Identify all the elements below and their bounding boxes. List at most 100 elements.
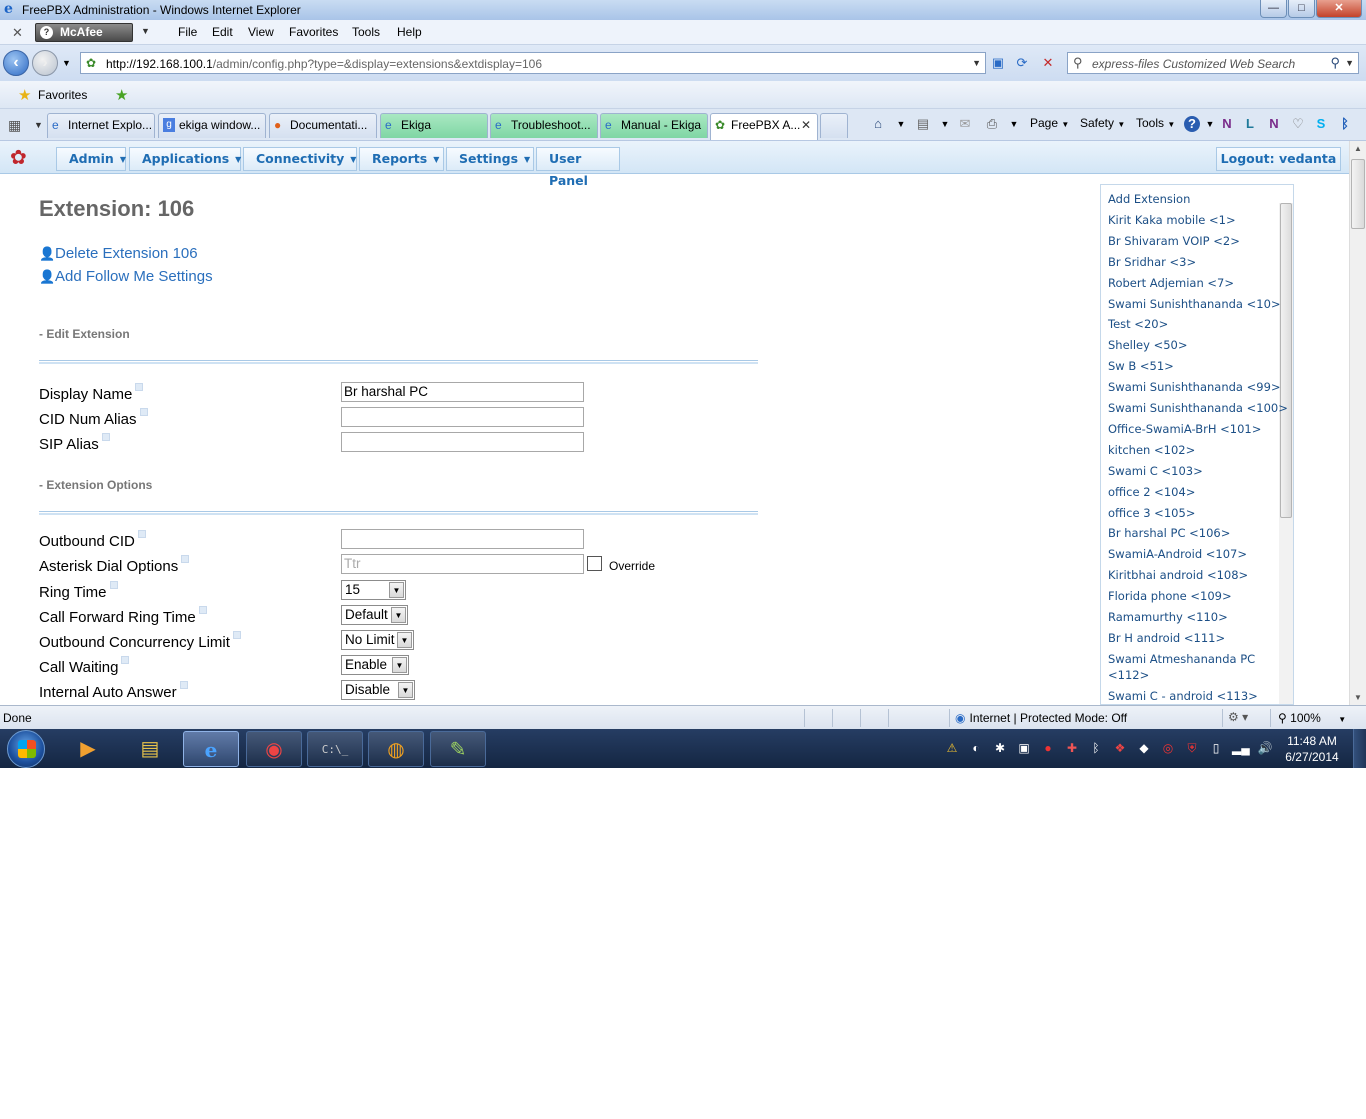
usb-icon[interactable]: ▣	[1016, 741, 1032, 755]
help-icon[interactable]	[198, 606, 207, 614]
scrollbar-thumb[interactable]	[1351, 159, 1365, 229]
minimize-button[interactable]: —	[1260, 0, 1287, 18]
extension-list-item[interactable]: Swami Atmeshananda PC	[1108, 652, 1255, 666]
new-tab-button[interactable]	[820, 113, 848, 138]
help-icon[interactable]	[121, 656, 130, 664]
cmd-taskbar-icon[interactable]: C:\_	[307, 731, 363, 767]
refresh-icon[interactable]: ⟳	[1012, 54, 1032, 72]
extension-list-item[interactable]: Robert Adjemian <7>	[1108, 276, 1234, 290]
tab-freepbx[interactable]: ✿ FreePBX A... ✕	[710, 113, 818, 140]
tools-menu[interactable]: Tools ▼	[1136, 116, 1175, 130]
mcafee-tray-icon[interactable]: ●	[1040, 741, 1056, 755]
tab-manual-ekiga[interactable]: e Manual - Ekiga	[600, 113, 708, 138]
extension-list-item[interactable]: Ramamurthy <110>	[1108, 610, 1228, 624]
help-icon[interactable]	[139, 408, 148, 416]
protected-mode-icon[interactable]: ⚙ ▾	[1228, 710, 1248, 724]
internal-auto-answer-select[interactable]: Disable ▼	[341, 680, 415, 700]
extension-list-item[interactable]: Br H android <111>	[1108, 631, 1225, 645]
extension-list-item[interactable]: Swami C <103>	[1108, 464, 1203, 478]
quick-tabs-icon[interactable]: ▦	[8, 117, 21, 134]
system-clock[interactable]: 11:48 AM 6/27/2014	[1282, 733, 1342, 765]
network-share-icon[interactable]: ✱	[992, 741, 1008, 755]
media-player-taskbar-icon[interactable]: ▶	[60, 731, 116, 767]
search-options-dropdown-icon[interactable]: ▼	[1345, 58, 1354, 68]
asterisk-dial-options-field[interactable]: Ttr	[341, 554, 584, 574]
scrollbar-thumb[interactable]	[1280, 203, 1292, 518]
feeds-icon[interactable]: ▤	[914, 115, 932, 133]
lync-icon[interactable]: L	[1241, 115, 1259, 133]
volume-icon[interactable]: 🔊	[1257, 741, 1273, 755]
tab-documentation[interactable]: ● Documentati...	[269, 113, 377, 138]
update-icon[interactable]: ✚	[1064, 741, 1080, 755]
forward-button[interactable]: ›	[32, 50, 58, 76]
tab-internet-explorer[interactable]: e Internet Explo...	[47, 113, 155, 138]
extension-list-item[interactable]: SwamiA-Android <107>	[1108, 547, 1247, 561]
print-dropdown-icon[interactable]: ▼	[1005, 115, 1023, 133]
outbound-cid-field[interactable]	[341, 529, 584, 549]
search-go-icon[interactable]: ⚲	[1330, 55, 1340, 71]
bluetooth-icon[interactable]: ᛒ	[1336, 115, 1354, 133]
scroll-up-icon[interactable]: ▲	[1354, 144, 1362, 153]
power-icon[interactable]: ▯	[1208, 741, 1224, 755]
freepbx-logo-icon[interactable]: ✿	[10, 145, 52, 171]
bluetooth-tray-icon[interactable]: ᛒ	[1088, 741, 1104, 755]
feeds-dropdown-icon[interactable]: ▼	[936, 115, 954, 133]
page-menu[interactable]: Page ▼	[1030, 116, 1069, 130]
compatibility-view-icon[interactable]: ▣	[988, 54, 1008, 72]
tab-list-dropdown-icon[interactable]: ▼	[34, 120, 43, 130]
show-desktop-button[interactable]	[1353, 729, 1366, 768]
help-icon[interactable]	[179, 681, 188, 689]
cf-ring-time-select[interactable]: Default ▼	[341, 605, 408, 625]
add-to-favorites-bar-icon[interactable]: ★	[115, 86, 128, 104]
warning-icon[interactable]: ⚠	[944, 741, 960, 755]
section-extension-options[interactable]: - Extension Options	[39, 478, 152, 492]
audacity-taskbar-icon[interactable]: ◍	[368, 731, 424, 767]
back-button[interactable]: ‹	[3, 50, 29, 76]
favorites-star-icon[interactable]: ★	[18, 86, 31, 104]
extension-list-item[interactable]: Shelley <50>	[1108, 338, 1188, 352]
tab-ekiga[interactable]: e Ekiga	[380, 113, 488, 138]
extension-list-item[interactable]: Br Shivaram VOIP <2>	[1108, 234, 1240, 248]
menu-favorites[interactable]: Favorites	[289, 25, 338, 39]
chrome-taskbar-icon[interactable]: ◉	[246, 731, 302, 767]
print-icon[interactable]: ⎙	[983, 115, 1001, 133]
extension-list-item[interactable]: Br harshal PC <106>	[1108, 526, 1230, 540]
sip-alias-field[interactable]	[341, 432, 584, 452]
home-dropdown-icon[interactable]: ▼	[892, 115, 910, 133]
logout-button[interactable]: Logout: vedanta	[1216, 147, 1341, 171]
url-dropdown-icon[interactable]: ▼	[972, 58, 981, 68]
antivirus-tray-icon[interactable]: ❖	[1112, 741, 1128, 755]
nav-applications[interactable]: Applications ▼	[129, 147, 241, 171]
extension-list-item[interactable]: Test <20>	[1108, 317, 1168, 331]
start-button[interactable]	[7, 730, 45, 768]
cid-num-alias-field[interactable]	[341, 407, 584, 427]
research-icon[interactable]: ♡	[1289, 115, 1307, 133]
section-edit-extension[interactable]: - Edit Extension	[39, 327, 130, 341]
display-name-field[interactable]: Br harshal PC	[341, 382, 584, 402]
wifi-signal-icon[interactable]: ▂▄	[1232, 741, 1250, 755]
safety-menu[interactable]: Safety ▼	[1080, 116, 1125, 130]
onenote-icon[interactable]: N	[1218, 115, 1236, 133]
nav-connectivity[interactable]: Connectivity ▼	[243, 147, 357, 171]
menu-view[interactable]: View	[248, 25, 274, 39]
extension-list-item[interactable]: Swami Sunishthananda <10>	[1108, 297, 1281, 311]
call-waiting-select[interactable]: Enable ▼	[341, 655, 409, 675]
page-scrollbar[interactable]: ▲ ▼	[1349, 141, 1366, 705]
notepad-taskbar-icon[interactable]: ✎	[430, 731, 486, 767]
menu-file[interactable]: File	[178, 25, 197, 39]
help-icon[interactable]	[181, 555, 190, 563]
search-input[interactable]: ⚲ express-files Customized Web Search ⚲ …	[1067, 52, 1359, 74]
nav-admin[interactable]: Admin ▼	[56, 147, 126, 171]
onenote-send-icon[interactable]: N	[1265, 115, 1283, 133]
nav-settings[interactable]: Settings ▼	[446, 147, 534, 171]
help-icon[interactable]: ?	[1184, 116, 1200, 132]
concurrency-limit-select[interactable]: No Limit ▼	[341, 630, 414, 650]
favorites-button[interactable]: Favorites	[38, 88, 87, 102]
extension-list-item[interactable]: Swami C - android <113>	[1108, 689, 1258, 703]
close-toolbar-icon[interactable]: ✕	[12, 25, 23, 41]
tab-ekiga-window[interactable]: g ekiga window...	[158, 113, 266, 138]
stop-icon[interactable]: ✕	[1038, 54, 1058, 72]
menu-tools[interactable]: Tools	[352, 25, 380, 39]
ie-taskbar-icon[interactable]: e	[183, 731, 239, 767]
menu-edit[interactable]: Edit	[212, 25, 233, 39]
